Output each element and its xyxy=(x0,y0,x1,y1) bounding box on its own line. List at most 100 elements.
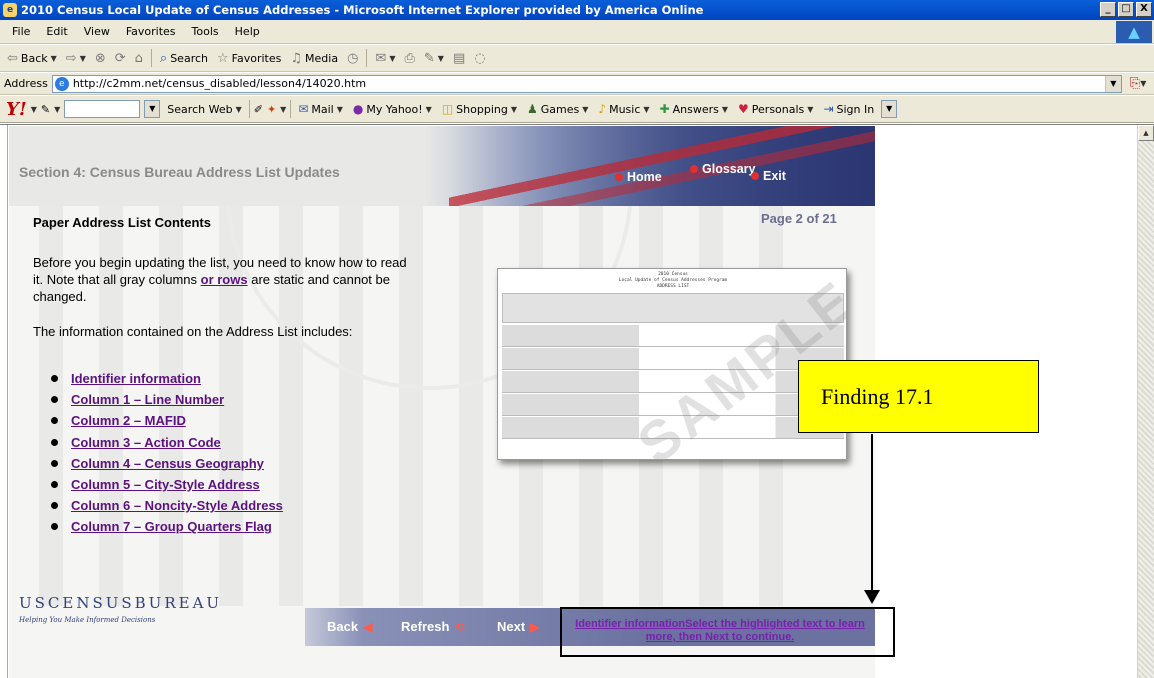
section-title: Section 4: Census Bureau Address List Up… xyxy=(19,164,340,180)
home-link[interactable]: Home xyxy=(615,170,662,184)
column-5-link[interactable]: Column 5 – City-Style Address xyxy=(71,477,260,492)
toolbar-separator xyxy=(150,49,152,67)
column-3-link[interactable]: Column 3 – Action Code xyxy=(71,435,221,450)
forward-button[interactable]: ⇨ ▼ xyxy=(63,51,89,66)
standard-toolbar: ⇦ Back ▼ ⇨ ▼ ⊗ ⟳ ⌂ ⌕ Search ☆ Favorites … xyxy=(0,45,1154,72)
answers-label: Answers xyxy=(672,102,719,116)
back-button[interactable]: ⇦ Back ▼ xyxy=(4,51,60,66)
personals-button[interactable]: ♥ Personals ▼ xyxy=(735,102,816,116)
mail-button[interactable]: ✉ Mail ▼ xyxy=(295,102,346,116)
column-4-link[interactable]: Column 4 – Census Geography xyxy=(71,456,264,471)
address-dropdown-icon[interactable]: ▼ xyxy=(1104,75,1121,92)
menu-favorites[interactable]: Favorites xyxy=(118,25,184,38)
dropdown-arrow-icon[interactable]: ▼ xyxy=(31,105,37,114)
lesson-frame: Section 4: Census Bureau Address List Up… xyxy=(9,126,875,678)
dropdown-arrow-icon[interactable]: ▼ xyxy=(54,105,60,114)
or-rows-link[interactable]: or rows xyxy=(201,272,248,287)
media-toolbar-button[interactable]: ♫ Media xyxy=(287,51,341,66)
address-bar: Address e http://c2mm.net/census_disable… xyxy=(0,73,1154,95)
ie-app-icon: e xyxy=(3,3,17,17)
address-input[interactable]: e http://c2mm.net/census_disabled/lesson… xyxy=(51,74,1122,93)
music-button[interactable]: ♪ Music ▼ xyxy=(595,102,652,116)
menu-tools[interactable]: Tools xyxy=(184,25,227,38)
list-item: Identifier information xyxy=(51,368,283,389)
refresh-nav-button[interactable]: Refresh ⟲ xyxy=(401,619,464,634)
games-button[interactable]: ♟ Games ▼ xyxy=(524,102,591,116)
menu-help[interactable]: Help xyxy=(227,25,268,38)
close-button[interactable]: X xyxy=(1136,2,1152,17)
antispy-icon[interactable]: ✦ xyxy=(267,103,276,116)
bullet-icon xyxy=(51,396,58,404)
address-list-thumbnail: 2010 Census Local Update of Census Addre… xyxy=(497,268,847,460)
page-heading: Paper Address List Contents xyxy=(33,215,211,230)
pencil-icon[interactable]: ✎ xyxy=(41,103,50,116)
answers-button[interactable]: ✚ Answers ▼ xyxy=(657,102,731,116)
print-toolbar-button[interactable]: ⎙ xyxy=(401,51,417,66)
stop-button[interactable]: ⊗ xyxy=(92,51,109,66)
vertical-scrollbar[interactable]: ▲ xyxy=(1137,125,1154,678)
column-7-link[interactable]: Column 7 – Group Quarters Flag xyxy=(71,519,272,534)
menu-view[interactable]: View xyxy=(76,25,118,38)
column-1-link[interactable]: Column 1 – Line Number xyxy=(71,392,224,407)
search-toolbar-button[interactable]: ⌕ Search xyxy=(157,51,211,66)
yahoo-search-dropdown-icon[interactable]: ▼ xyxy=(144,100,161,118)
dropdown-arrow-icon[interactable]: ▼ xyxy=(1140,79,1146,88)
back-nav-button[interactable]: Back ◀ xyxy=(327,619,372,634)
exit-link[interactable]: Exit xyxy=(751,169,786,183)
media-label: Media xyxy=(305,51,339,65)
thumbnail-heading: 2010 Census Local Update of Census Addre… xyxy=(618,272,728,290)
history-icon: ◷ xyxy=(347,50,359,66)
edit-toolbar-button[interactable]: ✎ ▼ xyxy=(421,51,447,66)
mail-label: Mail xyxy=(311,102,334,116)
scroll-up-icon[interactable]: ▲ xyxy=(1138,125,1154,141)
my-yahoo-button[interactable]: ● My Yahoo! ▼ xyxy=(350,102,435,116)
sign-in-button[interactable]: ⇥ Sign In xyxy=(820,102,877,116)
menu-bar: File Edit View Favorites Tools Help ▲ xyxy=(0,20,1154,44)
mail-toolbar-button[interactable]: ✉ ▼ xyxy=(372,51,398,66)
pdf-icon[interactable]: ⎘ xyxy=(1130,76,1140,91)
yahoo-toolbar: Y! ▼ ✎ ▼ ▼ Search Web ▼ ✐ ✦ ▼ ✉ Mail ▼ ●… xyxy=(0,96,1154,123)
maximize-button[interactable]: □ xyxy=(1118,2,1134,17)
yahoo-logo-icon[interactable]: Y! xyxy=(6,99,27,120)
next-nav-button[interactable]: Next ▶ xyxy=(497,619,539,634)
yahoo-search-input[interactable] xyxy=(64,100,141,118)
games-label: Games xyxy=(540,102,580,116)
page-counter: Page 2 of 21 xyxy=(761,211,837,226)
column-2-link[interactable]: Column 2 – MAFID xyxy=(71,413,186,428)
toolbar-overflow-icon[interactable]: ▼ xyxy=(881,100,898,118)
dropdown-arrow-icon[interactable]: ▼ xyxy=(280,105,286,114)
dropdown-arrow-icon: ▼ xyxy=(643,104,650,114)
annotation-highlight-box xyxy=(560,607,895,657)
menu-edit[interactable]: Edit xyxy=(38,25,75,38)
my-yahoo-icon: ● xyxy=(352,102,364,116)
identifier-information-link[interactable]: Identifier information xyxy=(71,371,201,386)
bullet-icon xyxy=(51,438,58,446)
window-titlebar: e 2010 Census Local Update of Census Add… xyxy=(0,0,1154,20)
discuss-toolbar-button[interactable]: ▤ xyxy=(450,51,468,66)
media-icon: ♫ xyxy=(290,50,303,66)
messenger-toolbar-button[interactable]: ◌ xyxy=(471,51,488,66)
stop-icon: ⊗ xyxy=(94,50,106,66)
history-toolbar-button[interactable]: ◷ xyxy=(344,51,361,66)
exit-label: Exit xyxy=(763,169,786,183)
menu-file[interactable]: File xyxy=(4,25,38,38)
bullet-icon xyxy=(51,523,58,531)
games-icon: ♟ xyxy=(527,102,538,116)
glossary-link[interactable]: Glossary xyxy=(690,162,756,176)
highlight-icon[interactable]: ✐ xyxy=(254,103,263,116)
list-item: Column 3 – Action Code xyxy=(51,432,283,453)
search-web-button[interactable]: Search Web ▼ xyxy=(164,103,244,116)
bullet-dot-icon xyxy=(690,165,698,173)
favorites-toolbar-button[interactable]: ☆ Favorites xyxy=(214,51,284,66)
minimize-button[interactable]: _ xyxy=(1100,2,1116,17)
search-label: Search xyxy=(170,51,208,65)
shopping-button[interactable]: ◫ Shopping ▼ xyxy=(439,102,520,116)
refresh-nav-label: Refresh xyxy=(401,619,450,634)
refresh-toolbar-button[interactable]: ⟳ xyxy=(112,51,129,66)
dropdown-arrow-icon: ▼ xyxy=(79,53,86,63)
home-toolbar-button[interactable]: ⌂ xyxy=(132,51,146,66)
dropdown-arrow-icon: ▼ xyxy=(721,104,729,114)
dropdown-arrow-icon: ▼ xyxy=(425,104,432,114)
answers-icon: ✚ xyxy=(659,102,670,116)
column-6-link[interactable]: Column 6 – Noncity-Style Address xyxy=(71,498,283,513)
